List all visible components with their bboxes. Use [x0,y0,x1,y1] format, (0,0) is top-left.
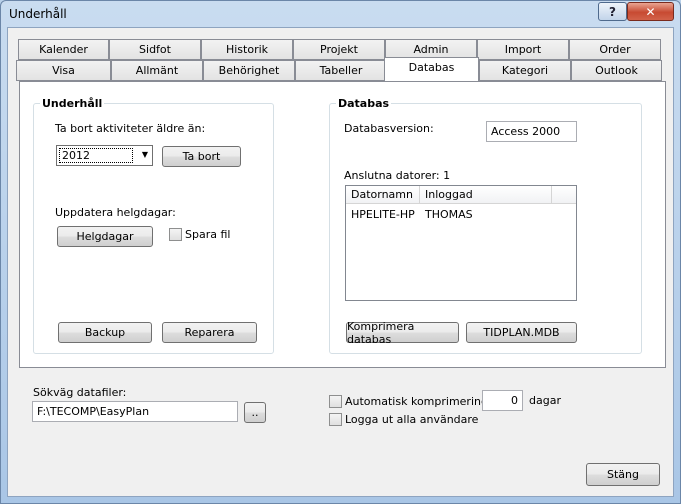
tab-kalender[interactable]: Kalender [18,39,109,60]
save-file-checkbox[interactable] [169,228,182,241]
connected-computers-list[interactable]: Datornamn Inloggad HPELITE-HP THOMAS [345,185,577,301]
delete-older-label: Ta bort aktiviteter äldre än: [55,122,206,135]
tab-tabeller[interactable]: Tabeller [295,60,387,81]
days-label: dagar [529,394,561,407]
column-header-user[interactable]: Inloggad [420,186,552,204]
tab-allmant[interactable]: Allmänt [111,60,203,81]
database-version-field: Access 2000 [486,121,577,142]
dropdown-arrow-icon: ▼ [141,150,148,159]
datafiles-path-label: Sökväg datafiler: [33,386,127,399]
help-button[interactable]: ? [598,2,627,21]
dialog-window: Underhåll ? ✕ Kalender Sidfot Historik P… [0,0,681,504]
tab-kategori[interactable]: Kategori [479,60,571,81]
tab-projekt[interactable]: Projekt [293,39,385,60]
tab-historik[interactable]: Historik [201,39,293,60]
auto-compact-checkbox[interactable] [329,395,342,408]
database-group-label: Databas [336,97,392,110]
logout-all-checkbox[interactable] [329,413,342,426]
tab-behorighet[interactable]: Behörighet [203,60,295,81]
list-item-user[interactable]: THOMAS [425,208,473,221]
datafiles-path-input[interactable]: F:\TECOMP\EasyPlan [32,401,238,422]
tab-sidfot[interactable]: Sidfot [109,39,201,60]
tab-outlook[interactable]: Outlook [571,60,662,81]
browse-button[interactable]: .. [244,402,266,423]
database-version-label: Databasversion: [344,122,434,135]
update-holidays-label: Uppdatera helgdagar: [55,206,176,219]
maintenance-group-label: Underhåll [40,97,105,110]
close-button[interactable]: Stäng [586,463,660,486]
save-file-label: Spara fil [185,228,231,241]
close-window-button[interactable]: ✕ [627,2,674,21]
logout-all-label: Logga ut alla användare [345,413,479,426]
tab-order[interactable]: Order [569,39,661,60]
year-dropdown-value: 2012 [59,148,133,163]
compact-database-button[interactable]: Komprimera databas [346,320,459,346]
year-dropdown[interactable]: 2012 ▼ [56,145,153,166]
days-input[interactable]: 0 [482,390,523,411]
repair-button[interactable]: Reparera [162,322,257,343]
holidays-button[interactable]: Helgdagar [57,226,153,247]
tab-import[interactable]: Import [477,39,569,60]
tab-databas[interactable]: Databas [384,57,479,81]
connected-computers-label: Anslutna datorer: 1 [344,169,451,182]
auto-compact-label: Automatisk komprimering [345,395,488,408]
list-header: Datornamn Inloggad [346,186,576,204]
backup-button[interactable]: Backup [58,322,152,343]
delete-button[interactable]: Ta bort [162,146,241,167]
list-item-computer[interactable]: HPELITE-HP [351,208,415,221]
tab-visa[interactable]: Visa [16,60,111,81]
database-file-button[interactable]: TIDPLAN.MDB [466,322,577,343]
window-title: Underhåll [9,7,67,21]
column-header-computer[interactable]: Datornamn [346,186,420,204]
